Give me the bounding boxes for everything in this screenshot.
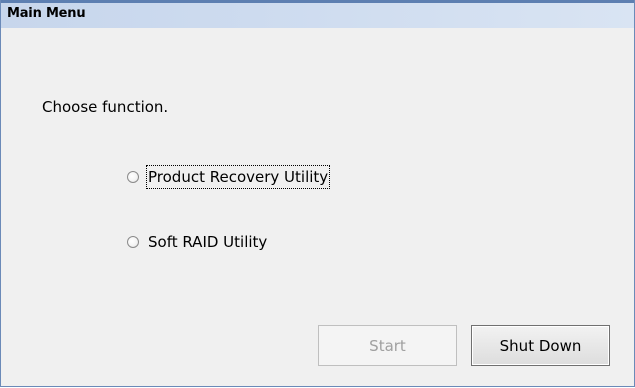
radio-button-icon[interactable]: [127, 171, 139, 183]
option-label[interactable]: Soft RAID Utility: [147, 231, 268, 253]
shut-down-button[interactable]: Shut Down: [471, 325, 610, 366]
radio-button-icon[interactable]: [127, 236, 139, 248]
main-menu-window: Main Menu Choose function. Product Recov…: [0, 0, 635, 387]
option-product-recovery[interactable]: Product Recovery Utility: [127, 164, 331, 190]
option-label[interactable]: Product Recovery Utility: [145, 165, 331, 189]
title-bar[interactable]: Main Menu: [1, 0, 634, 28]
prompt-text: Choose function.: [42, 98, 169, 116]
window-title: Main Menu: [7, 6, 86, 21]
option-soft-raid[interactable]: Soft RAID Utility: [127, 229, 268, 255]
start-button[interactable]: Start: [318, 325, 457, 366]
dialog-body: Choose function. Product Recovery Utilit…: [1, 28, 634, 386]
